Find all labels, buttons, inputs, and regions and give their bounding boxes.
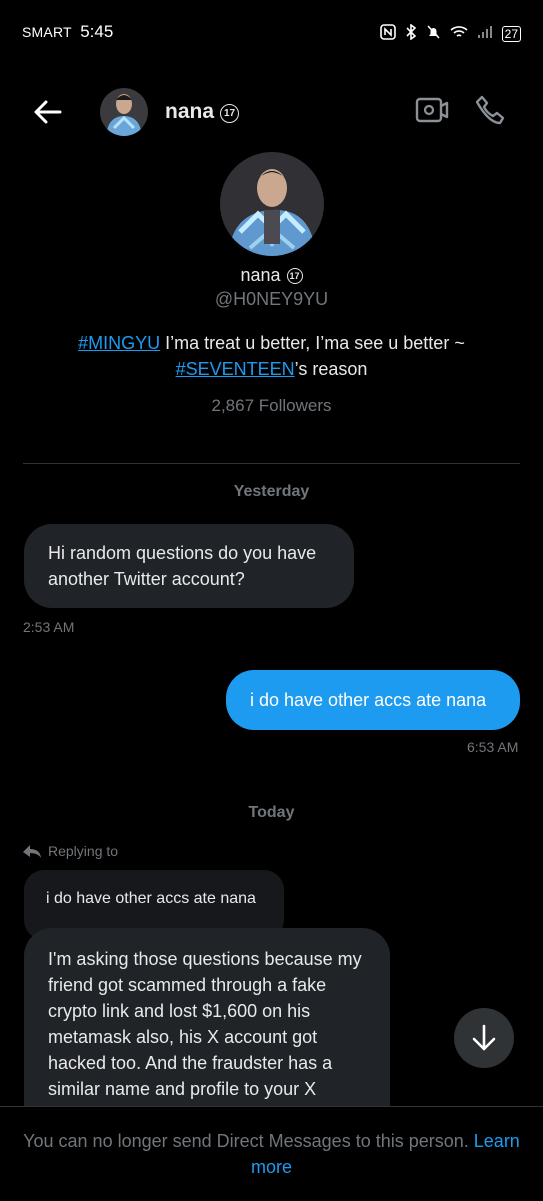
- back-arrow-icon: [34, 100, 62, 124]
- wifi-icon: [450, 25, 468, 42]
- message-bubble-sent[interactable]: i do have other accs ate nana: [226, 670, 520, 730]
- status-bar-icons: 27: [379, 23, 521, 43]
- mute-bell-icon: [426, 24, 441, 43]
- date-separator: Yesterday: [233, 483, 310, 500]
- followers-count[interactable]: 2,867 Followers: [0, 396, 543, 416]
- message-bubble-received[interactable]: Hi random questions do you have another …: [24, 524, 354, 608]
- bluetooth-icon: [405, 23, 417, 43]
- battery-indicator: 27: [501, 25, 521, 42]
- dm-disabled-notice: You can no longer send Direct Messages t…: [20, 1128, 523, 1180]
- replying-to-label: Replying to: [22, 843, 118, 859]
- bio-text: ’s reason: [294, 359, 368, 379]
- profile-name-text: nana: [240, 265, 281, 285]
- video-call-button[interactable]: [415, 95, 449, 130]
- profile-bio: #MINGYU I’ma treat u better, I’ma see u …: [40, 330, 503, 382]
- signal-icon: [477, 25, 493, 42]
- hashtag-link[interactable]: #SEVENTEEN: [176, 359, 295, 379]
- message-bubble-received[interactable]: I'm asking those questions because my fr…: [24, 928, 390, 1128]
- hashtag-link[interactable]: #MINGYU: [78, 333, 160, 353]
- seventeen-badge-icon: 17: [220, 104, 240, 123]
- header-name-text: nana: [165, 100, 215, 123]
- nfc-icon: [379, 24, 396, 43]
- profile-avatar[interactable]: [220, 152, 324, 256]
- header-name[interactable]: nana 17: [165, 100, 240, 124]
- date-separator: Today: [248, 804, 295, 821]
- voice-call-button[interactable]: [474, 94, 506, 131]
- phone-icon: [475, 95, 505, 125]
- header-avatar[interactable]: [100, 88, 148, 136]
- profile-name: nana 17: [0, 265, 543, 286]
- status-bar-left: SMART 5:45: [22, 22, 113, 42]
- seventeen-badge-icon: 17: [286, 268, 303, 284]
- scroll-to-bottom-button[interactable]: [454, 1008, 514, 1068]
- profile-handle: @H0NEY9YU: [214, 289, 329, 309]
- message-timestamp: 6:53 AM: [467, 739, 519, 755]
- bio-text: I’ma treat u better, I’ma see u better ~: [160, 333, 465, 353]
- dm-disabled-text: You can no longer send Direct Messages t…: [23, 1131, 469, 1151]
- back-button[interactable]: [30, 94, 66, 130]
- reply-arrow-icon: [23, 845, 41, 858]
- clock: 5:45: [80, 22, 114, 41]
- arrow-down-icon: [472, 1024, 496, 1051]
- video-icon: [415, 97, 449, 123]
- carrier-label: SMART: [22, 24, 72, 40]
- message-timestamp: 2:53 AM: [23, 619, 75, 635]
- divider: [23, 463, 520, 464]
- replying-to-text: Replying to: [48, 843, 119, 859]
